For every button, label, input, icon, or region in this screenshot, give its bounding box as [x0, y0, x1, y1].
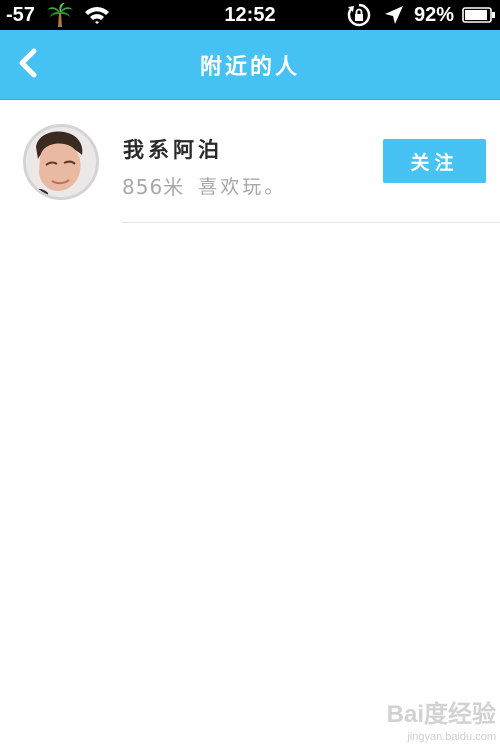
- list-divider: [122, 222, 500, 223]
- status-bar: -57 12:52 92%: [0, 0, 500, 30]
- rotation-lock-icon: [346, 0, 372, 30]
- user-bio: 喜欢玩。: [198, 175, 287, 198]
- user-distance: 856米: [122, 174, 185, 199]
- user-meta: 856米 喜欢玩。: [122, 172, 287, 199]
- location-arrow-icon: [384, 0, 404, 30]
- user-name: 我系阿泊: [123, 138, 223, 162]
- watermark-logo: Bai度经验: [386, 700, 496, 728]
- baidu-watermark: Bai度经验 jingyan.baidu.com: [378, 690, 496, 746]
- battery-percent: 92%: [414, 3, 455, 26]
- battery-icon: [462, 0, 496, 30]
- follow-button[interactable]: 关注: [383, 139, 486, 183]
- watermark-url: jingyan.baidu.com: [407, 730, 496, 743]
- avatar[interactable]: [23, 124, 99, 200]
- page-title: 附近的人: [199, 55, 300, 80]
- nav-bar: 附近的人: [0, 30, 500, 100]
- list-item[interactable]: 我系阿泊 856米 喜欢玩。 关注: [0, 101, 500, 223]
